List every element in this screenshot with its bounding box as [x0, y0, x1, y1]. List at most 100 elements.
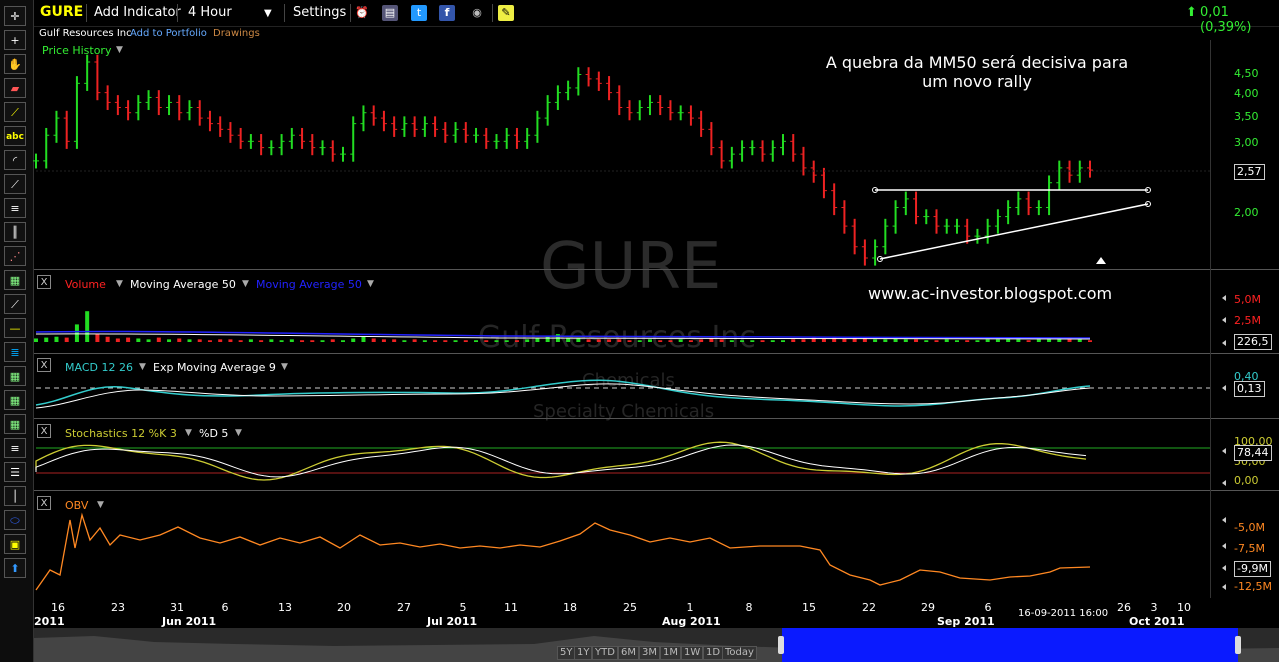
volume-bar: [637, 340, 642, 342]
navigator-handle-right[interactable]: [1235, 636, 1241, 654]
volume-bar: [873, 339, 878, 342]
x-tick: 27: [397, 601, 411, 614]
volume-bar: [310, 340, 315, 342]
chevron-down-icon[interactable]: ▼: [185, 428, 192, 438]
x-tick: 15: [802, 601, 816, 614]
axis-marker: [1222, 317, 1226, 323]
range-ytd-button[interactable]: YTD: [592, 646, 618, 660]
obv-tick: -12,5M: [1234, 580, 1272, 593]
close-icon[interactable]: X: [37, 358, 51, 372]
range-today-button[interactable]: Today: [722, 646, 757, 660]
range-6m-button[interactable]: 6M: [618, 646, 639, 660]
volume-bar: [903, 339, 908, 342]
volume-bar: [525, 339, 530, 342]
range-1y-button[interactable]: 1Y: [574, 646, 593, 660]
volume-current-value: 226,5: [1234, 334, 1272, 350]
x-tick: 11: [504, 601, 518, 614]
macd-signal-label[interactable]: Exp Moving Average 9: [153, 361, 276, 374]
volume-bar: [474, 340, 479, 342]
volume-bar: [44, 337, 49, 342]
volume-bar: [402, 340, 407, 342]
close-icon[interactable]: X: [37, 275, 51, 289]
range-1w-button[interactable]: 1W: [681, 646, 704, 660]
x-tick: 16: [51, 601, 65, 614]
x-tick: 29: [921, 601, 935, 614]
chevron-down-icon[interactable]: ▼: [281, 362, 288, 372]
range-3m-button[interactable]: 3M: [639, 646, 660, 660]
volume-bar: [954, 340, 959, 342]
volume-bar: [197, 339, 202, 342]
volume-bar: [167, 339, 172, 342]
volume-bar: [576, 338, 581, 342]
x-tick: 31: [170, 601, 184, 614]
volume-label[interactable]: Volume: [65, 278, 106, 291]
chevron-down-icon[interactable]: ▼: [116, 45, 123, 55]
x-month: 2011: [34, 615, 65, 628]
stochastics-label[interactable]: Stochastics 12 %K 3: [65, 427, 177, 440]
blog-url: www.ac-investor.blogspot.com: [868, 284, 1113, 303]
x-tick: 20: [337, 601, 351, 614]
chevron-down-icon[interactable]: ▼: [116, 279, 123, 289]
volume-bar: [422, 340, 427, 342]
volume-bar: [453, 340, 458, 342]
volume-bar: [412, 339, 417, 342]
navigator-handle-left[interactable]: [778, 636, 784, 654]
volume-bar: [514, 340, 519, 342]
volume-bar: [187, 339, 192, 342]
x-month: Jul 2011: [427, 615, 478, 628]
stochastics-d-label[interactable]: %D 5: [199, 427, 228, 440]
close-icon[interactable]: X: [37, 496, 51, 510]
volume-bar: [924, 340, 929, 342]
price-tick: 4,50: [1234, 67, 1259, 80]
chevron-down-icon[interactable]: ▼: [235, 428, 242, 438]
volume-bar: [1036, 339, 1041, 342]
range-1m-button[interactable]: 1M: [660, 646, 681, 660]
chart-canvas[interactable]: [0, 0, 1279, 662]
volume-bar: [781, 340, 786, 342]
volume-bar: [136, 338, 141, 342]
volume-bar: [668, 340, 673, 342]
volume-bar: [238, 340, 243, 342]
volume-ma-label[interactable]: Moving Average 50: [130, 278, 236, 291]
volume-bar: [1077, 339, 1082, 342]
volume-bar: [64, 337, 69, 342]
marker-triangle: [1096, 257, 1106, 264]
volume-bar: [289, 339, 294, 342]
volume-bar: [1026, 340, 1031, 342]
x-tick: 3: [1150, 601, 1158, 614]
volume-bar: [74, 324, 79, 342]
axis-marker: [1222, 543, 1226, 549]
chevron-down-icon[interactable]: ▼: [367, 279, 374, 289]
chevron-down-icon[interactable]: ▼: [139, 362, 146, 372]
volume-bar: [791, 339, 796, 342]
volume-bar: [883, 339, 888, 342]
axis-marker: [1222, 448, 1226, 454]
obv-label[interactable]: OBV: [65, 499, 88, 512]
volume-bar: [545, 336, 550, 342]
axis-marker: [1222, 584, 1226, 590]
volume-bar: [126, 337, 131, 342]
obv-tick: -7,5M: [1234, 542, 1265, 555]
volume-bar: [443, 340, 448, 342]
volume-bar: [340, 340, 345, 342]
range-5y-button[interactable]: 5Y: [557, 646, 576, 660]
chevron-down-icon[interactable]: ▼: [242, 279, 249, 289]
volume-ma-label-2[interactable]: Moving Average 50: [256, 278, 362, 291]
price-tick: 3,00: [1234, 136, 1259, 149]
x-month: Oct 2011: [1129, 615, 1185, 628]
volume-bar: [320, 340, 325, 342]
volume-bar: [719, 339, 724, 342]
axis-marker: [1222, 517, 1226, 523]
macd-label[interactable]: MACD 12 26: [65, 361, 133, 374]
volume-bar: [279, 340, 284, 342]
close-icon[interactable]: X: [37, 424, 51, 438]
annotation-line-2: um novo rally: [922, 72, 1032, 91]
chevron-down-icon[interactable]: ▼: [97, 500, 104, 510]
range-1d-button[interactable]: 1D: [703, 646, 724, 660]
volume-bar: [944, 339, 949, 342]
volume-bar: [115, 338, 120, 342]
navigator-window[interactable]: [782, 628, 1238, 662]
volume-bar: [381, 339, 386, 342]
price-history-label[interactable]: Price History: [42, 44, 111, 57]
cursor-time: 16-09-2011 16:00: [1018, 608, 1109, 619]
